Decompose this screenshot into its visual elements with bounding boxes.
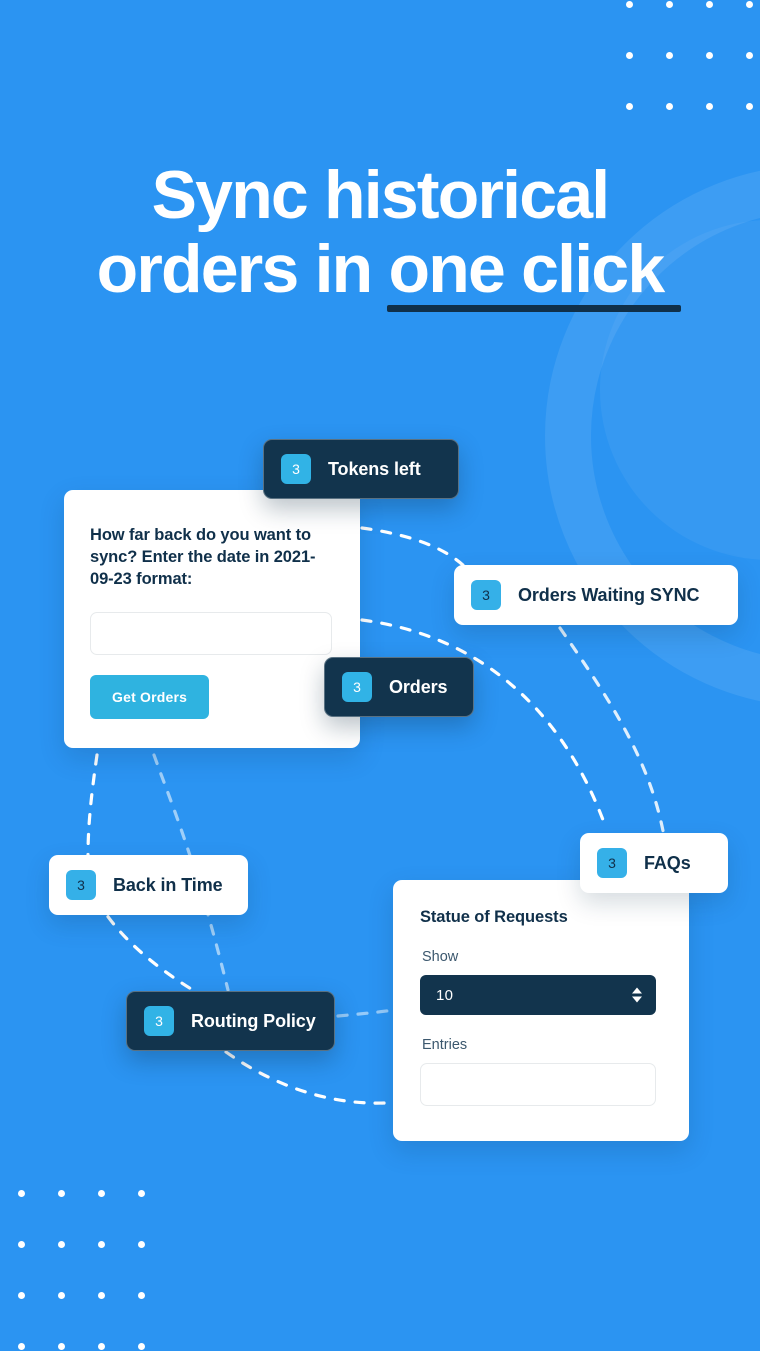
sync-form-card: How far back do you want to sync? Enter … bbox=[64, 490, 360, 748]
dot bbox=[626, 1, 666, 52]
connector-routing-to-requests bbox=[224, 1050, 402, 1105]
get-orders-button[interactable]: Get Orders bbox=[90, 675, 210, 720]
show-entries-select[interactable]: 10 bbox=[420, 975, 656, 1015]
dot bbox=[706, 52, 746, 103]
page-title: Sync historical orders in one click bbox=[0, 157, 760, 313]
badge-tokens-left[interactable]: 3 Tokens left bbox=[263, 439, 459, 499]
dot bbox=[138, 1190, 178, 1241]
dot bbox=[58, 1292, 98, 1343]
badge-back-in-time[interactable]: 3 Back in Time bbox=[49, 855, 248, 915]
dot bbox=[706, 1, 746, 52]
dot bbox=[18, 1241, 58, 1292]
dot bbox=[58, 1190, 98, 1241]
show-entries-selected-value: 10 bbox=[436, 986, 454, 1004]
dot bbox=[58, 1343, 98, 1351]
entries-label: Entries bbox=[422, 1037, 468, 1053]
hero-section: Sync historical orders in one click How … bbox=[0, 0, 760, 1351]
badge-label: Orders Waiting SYNC bbox=[518, 584, 700, 605]
sync-date-input[interactable] bbox=[90, 612, 332, 656]
dot bbox=[18, 1190, 58, 1241]
hero-line-2-pre: orders in bbox=[96, 231, 389, 308]
badge-label: Routing Policy bbox=[191, 1010, 316, 1031]
badge-label: Tokens left bbox=[328, 458, 421, 479]
dot bbox=[746, 103, 760, 154]
dot bbox=[666, 52, 706, 103]
hero-heading-block: Sync historical orders in one click bbox=[0, 157, 760, 313]
dot bbox=[626, 103, 666, 154]
badge-count-chip: 3 bbox=[281, 454, 311, 484]
dot bbox=[666, 1, 706, 52]
dot bbox=[746, 52, 760, 103]
dot bbox=[98, 1292, 138, 1343]
hero-line-1: Sync historical bbox=[151, 157, 611, 233]
requests-card-title: Statue of Requests bbox=[420, 908, 568, 926]
dot bbox=[138, 1343, 178, 1351]
connector-tokens-to-orders-waiting bbox=[360, 526, 472, 574]
dot bbox=[98, 1190, 138, 1241]
chevron-up-icon bbox=[632, 987, 642, 994]
connector-orders-waiting-to-faqs bbox=[558, 626, 666, 838]
dot bbox=[706, 103, 746, 154]
badge-count-chip: 3 bbox=[471, 580, 501, 610]
statue-of-requests-card: Statue of Requests Show 10 Entries bbox=[393, 880, 689, 1141]
stepper-arrows-icon bbox=[632, 987, 642, 1003]
dot bbox=[18, 1292, 58, 1343]
dot bbox=[138, 1241, 178, 1292]
badge-count-chip: 3 bbox=[597, 848, 627, 878]
chevron-down-icon bbox=[632, 996, 642, 1003]
dot bbox=[666, 103, 706, 154]
dot bbox=[98, 1241, 138, 1292]
connector-card-to-back-in-time bbox=[86, 753, 99, 858]
badge-label: Back in Time bbox=[113, 874, 223, 895]
sync-prompt-label: How far back do you want to sync? Enter … bbox=[90, 526, 316, 589]
badge-count-chip: 3 bbox=[342, 672, 372, 702]
dot bbox=[626, 52, 666, 103]
dot bbox=[98, 1343, 138, 1351]
hero-highlight: one click bbox=[386, 231, 682, 313]
connector-card-to-faqs bbox=[360, 618, 608, 830]
dot-grid-bottom-left bbox=[18, 1190, 178, 1351]
dot bbox=[138, 1292, 178, 1343]
badge-orders-waiting-sync[interactable]: 3 Orders Waiting SYNC bbox=[454, 565, 738, 625]
badge-count-chip: 3 bbox=[66, 870, 96, 900]
decorative-ring bbox=[545, 165, 760, 707]
decorative-circle-fill bbox=[600, 220, 760, 560]
badge-orders[interactable]: 3 Orders bbox=[324, 657, 474, 717]
badge-label: FAQs bbox=[644, 852, 691, 873]
badge-routing-policy[interactable]: 3 Routing Policy bbox=[126, 991, 335, 1051]
connector-routing-to-requests-side bbox=[336, 1008, 396, 1018]
dot-grid-top-right bbox=[626, 1, 760, 154]
show-label: Show bbox=[422, 949, 459, 965]
dot bbox=[58, 1241, 98, 1292]
badge-faqs[interactable]: 3 FAQs bbox=[580, 833, 728, 893]
dot bbox=[746, 1, 760, 52]
badge-count-chip: 3 bbox=[144, 1006, 174, 1036]
dot bbox=[18, 1343, 58, 1351]
badge-label: Orders bbox=[389, 676, 448, 697]
entries-input[interactable] bbox=[420, 1063, 656, 1106]
